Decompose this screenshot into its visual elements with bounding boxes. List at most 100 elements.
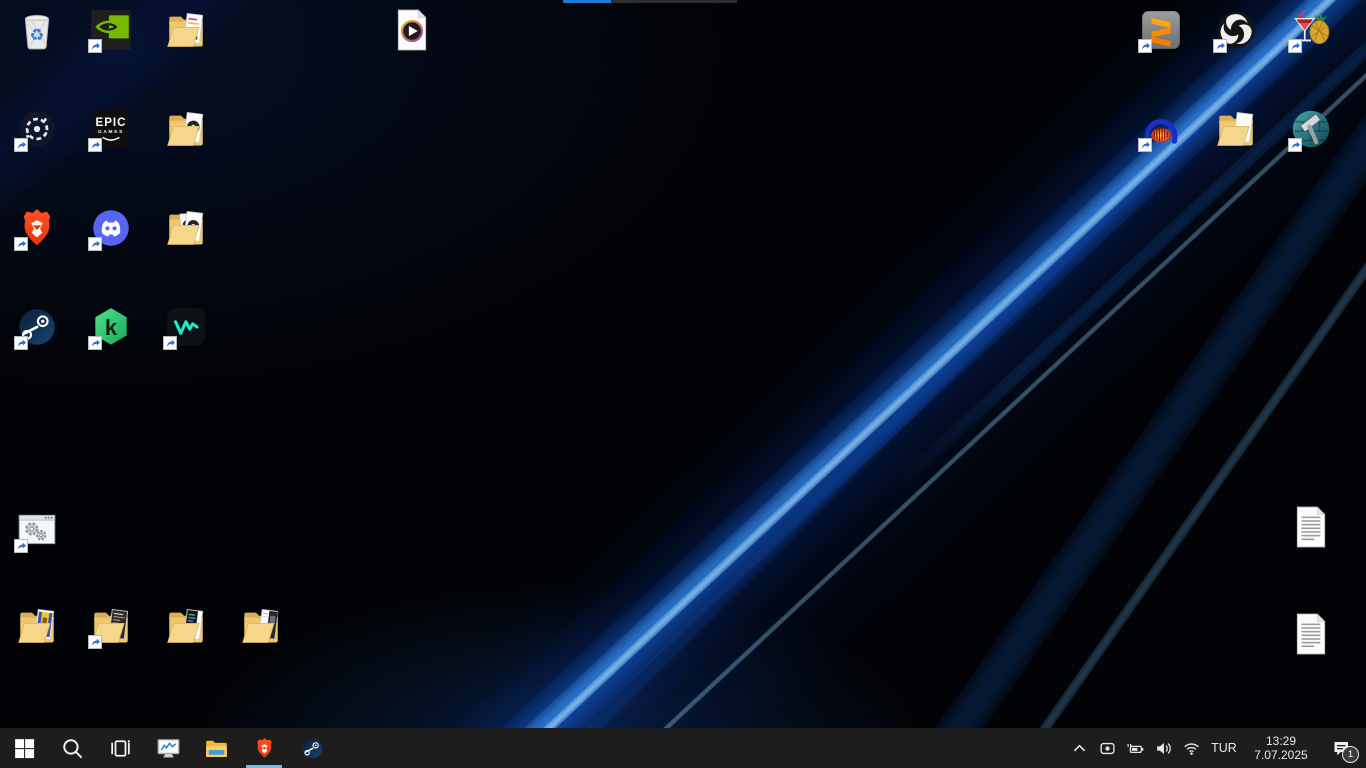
shortcut-arrow-icon (18, 542, 26, 550)
shortcut-badge (14, 336, 28, 350)
nvidia-app-icon (87, 6, 135, 54)
notorious-mp3-icon (388, 6, 436, 54)
shortcut-arrow-icon (1142, 42, 1150, 50)
taskbar: TUR 13:29 7.07.2025 1 (0, 728, 1366, 768)
battery-charging-icon[interactable] (1122, 728, 1148, 768)
screenshots-icon (87, 602, 135, 650)
clock-time: 13:29 (1265, 734, 1297, 748)
desktop-icon-brave[interactable] (0, 204, 74, 255)
desktop-icon-screenshots[interactable] (74, 602, 148, 653)
desktop-icon-epic-games-launcher[interactable]: EPIC GAMES (74, 105, 148, 156)
obs-studio-icon (1212, 6, 1260, 54)
desktop-icon-video-edit[interactable] (224, 602, 298, 653)
task-view-button[interactable] (96, 728, 144, 768)
shortcut-arrow-icon (92, 141, 100, 149)
volume-icon[interactable] (1150, 728, 1176, 768)
shortcut-badge (88, 635, 102, 649)
desktop-icon-hammer-exe[interactable] (1274, 105, 1348, 156)
shortcut-badge (163, 336, 177, 350)
voicemod-icon (162, 303, 210, 351)
shortcut-arrow-icon (18, 339, 26, 347)
notification-badge: 1 (1342, 746, 1359, 763)
system-tray: TUR 13:29 7.07.2025 1 (1066, 728, 1366, 768)
brave-taskbar-button[interactable] (240, 728, 288, 768)
desktop-icon-nvidia-app[interactable] (74, 6, 148, 57)
yeni-metin-icon (1287, 503, 1335, 551)
shortcut-badge (88, 237, 102, 251)
desktop-icon-yeni-metin[interactable] (1274, 503, 1348, 554)
hidden-window-edge-accent[interactable] (563, 0, 611, 3)
desktop-icon-paradox-launcher[interactable] (0, 105, 74, 156)
steam-icon (13, 303, 61, 351)
action-center-button[interactable]: 1 (1320, 728, 1362, 768)
clock-date: 7.07.2025 (1254, 748, 1308, 762)
karinca-duasi-icon (1287, 610, 1335, 658)
clock[interactable]: 13:29 7.07.2025 (1244, 734, 1318, 762)
shortcut-arrow-icon (167, 339, 175, 347)
desktop-icon-handbrake[interactable] (1274, 6, 1348, 57)
video-edit-icon (237, 602, 285, 650)
desktop-icon-audacity[interactable] (1124, 105, 1198, 156)
desktop-icon-discord[interactable] (74, 204, 148, 255)
shortcut-badge (1288, 39, 1302, 53)
desktop-icon-kaspersky[interactable]: k (74, 303, 148, 354)
turkey-dns-icon (13, 506, 61, 554)
tray-chevron-up-icon[interactable] (1066, 728, 1092, 768)
start-button[interactable] (0, 728, 48, 768)
handbrake-icon (1287, 6, 1335, 54)
desktop-icon-obs-studio[interactable] (1199, 6, 1273, 57)
svg-text:EPIC: EPIC (95, 117, 126, 129)
depo-icon (13, 602, 61, 650)
shortcut-arrow-icon (18, 240, 26, 248)
desktop-icon-neshid2[interactable] (149, 105, 223, 156)
shortcut-arrow-icon (92, 638, 100, 646)
desktop-icon-sublime-text[interactable] (1124, 6, 1198, 57)
meet-now-icon[interactable] (1094, 728, 1120, 768)
discord-icon (87, 204, 135, 252)
desktop-icon-karinca-duasi[interactable] (1274, 610, 1348, 661)
shortcut-arrow-icon (1292, 42, 1300, 50)
taskbar-buttons (0, 728, 336, 768)
desktop-icon-notorious-mp3[interactable] (375, 6, 449, 57)
desktop-icon-depo[interactable] (0, 602, 74, 653)
shortcut-arrow-icon (92, 339, 100, 347)
desktop-icon-neshid[interactable] (149, 6, 223, 57)
steam-taskbar-button[interactable] (288, 728, 336, 768)
search-button[interactable] (48, 728, 96, 768)
svg-text:GAMES: GAMES (98, 129, 124, 135)
shortcut-arrow-icon (92, 240, 100, 248)
shortcut-arrow-icon (1217, 42, 1225, 50)
mullah-nas-icon (162, 204, 210, 252)
shortcut-badge (88, 39, 102, 53)
shortcut-badge (14, 539, 28, 553)
neshid-icon (162, 6, 210, 54)
desktop-icon-recycle-bin[interactable]: ♻ (0, 6, 74, 57)
file-explorer-button[interactable] (192, 728, 240, 768)
desktop-icon-video[interactable] (149, 602, 223, 653)
desktop-icon-voicemod[interactable] (149, 303, 223, 354)
recycle-bin-icon: ♻ (13, 6, 61, 54)
video-icon (162, 602, 210, 650)
shortcut-badge (88, 336, 102, 350)
neshid2-icon (162, 105, 210, 153)
shortcut-arrow-icon (92, 42, 100, 50)
desktop-icon-map[interactable] (1199, 105, 1273, 156)
audacity-icon (1137, 105, 1185, 153)
desktop-icon-steam[interactable] (0, 303, 74, 354)
shortcut-badge (14, 138, 28, 152)
language-indicator[interactable]: TUR (1206, 741, 1242, 755)
task-manager-button[interactable] (144, 728, 192, 768)
hammer-exe-icon (1287, 105, 1335, 153)
shortcut-badge (1288, 138, 1302, 152)
desktop-icon-mullah-nas[interactable] (149, 204, 223, 255)
taskbar-spacer (336, 728, 1066, 768)
shortcut-badge (1138, 138, 1152, 152)
hidden-window-edge-dark[interactable] (611, 0, 737, 3)
shortcut-arrow-icon (18, 141, 26, 149)
brave-icon (13, 204, 61, 252)
desktop-icon-turkey-dns[interactable] (0, 506, 74, 557)
wifi-icon[interactable] (1178, 728, 1204, 768)
shortcut-arrow-icon (1292, 141, 1300, 149)
shortcut-badge (1138, 39, 1152, 53)
shortcut-badge (1213, 39, 1227, 53)
